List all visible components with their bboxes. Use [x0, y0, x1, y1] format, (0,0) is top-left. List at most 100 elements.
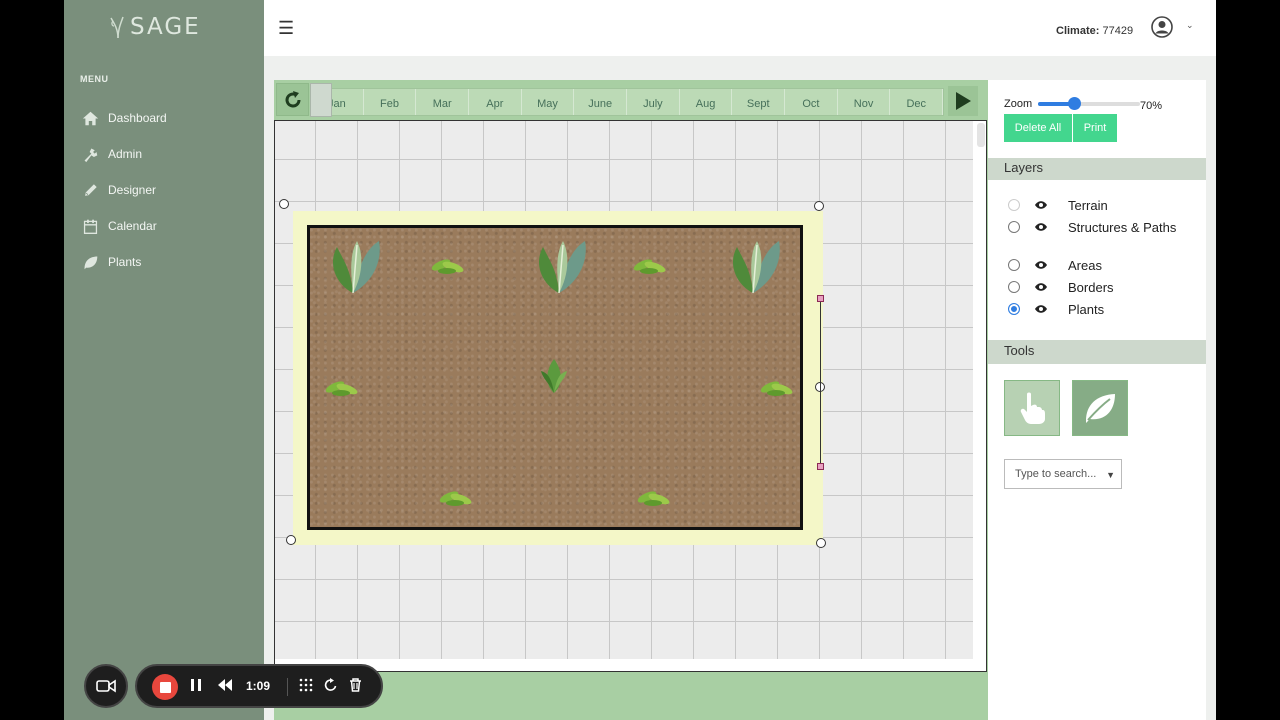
garden-canvas[interactable] — [274, 120, 987, 672]
layer-radio[interactable] — [1008, 221, 1020, 233]
canvas-scrollbar[interactable] — [977, 123, 985, 147]
layer-radio[interactable] — [1008, 259, 1020, 271]
kale-plant-icon[interactable] — [323, 235, 385, 297]
layer-radio[interactable] — [1008, 199, 1020, 211]
delete-all-button[interactable]: Delete All — [1004, 114, 1072, 142]
layer-label: Plants — [1068, 302, 1105, 317]
month-oct[interactable]: Oct — [785, 89, 838, 115]
refresh-button[interactable] — [276, 83, 309, 116]
sidebar-item-plants[interactable]: Plants — [82, 244, 252, 280]
edge-control-point[interactable] — [817, 463, 824, 470]
month-june[interactable]: June — [574, 89, 628, 115]
month-sept[interactable]: Sept — [732, 89, 786, 115]
top-header: ☰ Climate: 77429 ⌄ — [264, 0, 1216, 56]
select-tool-button[interactable] — [1004, 380, 1060, 436]
menu-label: MENU — [80, 74, 109, 84]
layer-label: Terrain — [1068, 198, 1108, 213]
sidebar-item-label: Dashboard — [108, 111, 167, 125]
pea-plant-icon[interactable] — [635, 483, 673, 513]
layer-borders[interactable]: Borders — [1008, 280, 1178, 295]
herb-plant-icon[interactable] — [539, 357, 569, 395]
layer-radio[interactable] — [1008, 303, 1020, 315]
print-button[interactable]: Print — [1073, 114, 1117, 142]
zoom-slider[interactable] — [1038, 97, 1140, 110]
month-apr[interactable]: Apr — [469, 89, 522, 115]
month-slider-handle[interactable] — [310, 83, 332, 117]
layer-radio[interactable] — [1008, 281, 1020, 293]
sidebar-item-admin[interactable]: Admin — [82, 136, 252, 172]
zoom-value: 70% — [1140, 100, 1163, 112]
layer-label: Borders — [1068, 280, 1114, 295]
stop-recording-button[interactable] — [152, 674, 178, 700]
layer-plants[interactable]: Plants — [1008, 302, 1178, 317]
logo: SAGE — [108, 14, 201, 40]
month-timeline: Jan Feb Mar Apr May June July Aug Sept O… — [274, 80, 988, 120]
leaf-icon — [84, 256, 98, 269]
sidebar-item-label: Designer — [108, 183, 157, 197]
zoom-label: Zoom — [1004, 98, 1033, 110]
selection-edge — [820, 299, 821, 467]
pea-plant-icon[interactable] — [631, 251, 669, 281]
month-july[interactable]: July — [627, 89, 680, 115]
resize-handle-bottom-left[interactable] — [286, 535, 296, 545]
pea-plant-icon[interactable] — [429, 251, 467, 281]
hamburger-menu-icon[interactable]: ☰ — [278, 18, 294, 39]
tools-header: Tools — [988, 340, 1206, 364]
sidebar-item-label: Admin — [108, 147, 143, 161]
grid-dots-icon[interactable] — [299, 678, 313, 695]
kale-plant-icon[interactable] — [723, 235, 785, 297]
rewind-icon[interactable] — [217, 678, 233, 695]
month-nov[interactable]: Nov — [838, 89, 891, 115]
eye-icon[interactable] — [1034, 259, 1048, 271]
pause-icon[interactable] — [190, 678, 202, 695]
month-may[interactable]: May — [522, 89, 575, 115]
layer-terrain[interactable]: Terrain — [1008, 198, 1178, 213]
month-feb[interactable]: Feb — [364, 89, 417, 115]
plant-search-select[interactable]: Type to search... ▼ — [1004, 459, 1122, 489]
sidebar-item-calendar[interactable]: Calendar — [82, 208, 252, 244]
resize-handle-top-right[interactable] — [814, 201, 824, 211]
layer-label: Areas — [1068, 258, 1102, 273]
pea-plant-icon[interactable] — [758, 373, 796, 403]
brand-name: SAGE — [130, 14, 201, 40]
user-avatar-icon[interactable] — [1151, 16, 1173, 38]
layer-structures-paths[interactable]: Structures & Paths — [1008, 220, 1178, 235]
pea-plant-icon[interactable] — [437, 483, 475, 513]
eye-icon[interactable] — [1034, 281, 1048, 293]
stop-icon — [159, 681, 171, 693]
play-icon — [956, 92, 971, 110]
refresh-icon — [285, 90, 300, 107]
kale-plant-icon[interactable] — [529, 235, 591, 297]
sidebar-item-label: Calendar — [108, 219, 157, 233]
sidebar-item-label: Plants — [108, 255, 142, 269]
eye-icon[interactable] — [1034, 303, 1048, 315]
climate-label: Climate: — [1056, 25, 1100, 37]
month-aug[interactable]: Aug — [680, 89, 733, 115]
resize-handle-bottom-right[interactable] — [816, 538, 826, 548]
restart-icon[interactable] — [324, 678, 338, 695]
trash-icon[interactable] — [349, 678, 362, 695]
resize-handle-top-left[interactable] — [279, 199, 289, 209]
sidebar: SAGE MENU Dashboard Admin Designer Calen… — [64, 0, 264, 720]
tool-panel: Zoom 70% Delete All Print Layers Terrain… — [988, 80, 1206, 720]
eye-icon[interactable] — [1034, 199, 1048, 211]
sidebar-item-dashboard[interactable]: Dashboard — [82, 100, 252, 136]
eye-icon[interactable] — [1034, 221, 1048, 233]
chevron-down-icon[interactable]: ⌄ — [1186, 20, 1194, 31]
edge-control-point[interactable] — [817, 295, 824, 302]
play-button[interactable] — [948, 86, 978, 116]
sidebar-item-designer[interactable]: Designer — [82, 172, 252, 208]
layer-areas[interactable]: Areas — [1008, 258, 1178, 273]
camera-toggle-button[interactable] — [84, 664, 128, 708]
month-dec[interactable]: Dec — [890, 89, 944, 115]
calendar-icon — [83, 219, 98, 234]
layer-label: Structures & Paths — [1068, 220, 1177, 235]
recorder-controls: 1:09 — [135, 664, 383, 708]
month-slider-track[interactable]: Jan Feb Mar Apr May June July Aug Sept O… — [310, 88, 944, 116]
pea-plant-icon[interactable] — [323, 373, 361, 403]
zoom-slider-thumb[interactable] — [1067, 97, 1081, 110]
plant-tool-button[interactable] — [1072, 380, 1128, 436]
month-mar[interactable]: Mar — [416, 89, 470, 115]
sidebar-nav: Dashboard Admin Designer Calendar Plants — [82, 100, 252, 280]
search-placeholder: Type to search... — [1015, 468, 1097, 480]
